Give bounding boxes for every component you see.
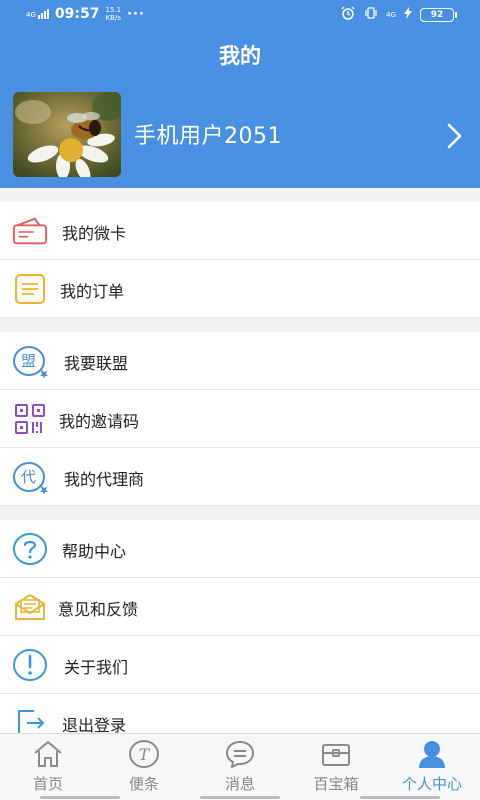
menu-item-my-orders[interactable]: 我的订单 <box>0 260 480 318</box>
net-speed: 15.1 KB/s <box>105 6 121 22</box>
tab-label: 百宝箱 <box>313 775 359 793</box>
network-type-right: 4G <box>386 10 396 19</box>
menu-item-my-card[interactable]: 我的微卡 <box>0 202 480 260</box>
home-icon <box>0 739 96 771</box>
status-bar: 4G 09:57 15.1 KB/s ··· 4G 92 <box>0 0 480 30</box>
menu-list: 我的微卡 我的订单 盟 我要联盟 我的邀请码 代 我的代理商 帮助中心 意见和反… <box>0 188 480 752</box>
menu-item-label: 我的微卡 <box>62 224 127 243</box>
svg-text:T: T <box>139 745 151 764</box>
tab-label: 个人中心 <box>401 775 462 793</box>
bottom-tab-bar: 首页 T 便条 消息 百宝箱 个人中心 <box>0 733 480 800</box>
menu-item-label: 我的订单 <box>60 282 125 301</box>
menu-item-feedback[interactable]: 意见和反馈 <box>0 578 480 636</box>
toolbox-icon <box>288 739 384 771</box>
avatar[interactable] <box>13 92 121 177</box>
tab-messages[interactable]: 消息 <box>192 734 288 800</box>
screen: 4G 09:57 15.1 KB/s ··· 4G 92 我的 手机用户2051… <box>0 0 480 800</box>
tab-home[interactable]: 首页 <box>0 734 96 800</box>
charging-icon <box>404 7 412 22</box>
qrcode-icon <box>12 402 48 436</box>
page-title: 我的 <box>219 44 261 68</box>
menu-item-help-center[interactable]: 帮助中心 <box>0 520 480 578</box>
help-icon <box>12 532 48 566</box>
alliance-icon: 盟 <box>12 344 48 378</box>
agent-icon: 代 <box>12 460 48 494</box>
network-type: 4G <box>26 11 36 19</box>
agent-icon-text: 代 <box>21 468 37 486</box>
gesture-bar <box>0 796 480 800</box>
user-icon <box>384 739 480 771</box>
order-icon <box>12 272 48 306</box>
tab-notes[interactable]: T 便条 <box>96 734 192 800</box>
tab-toolbox[interactable]: 百宝箱 <box>288 734 384 800</box>
battery-indicator: 92 <box>420 7 457 22</box>
menu-item-invite-code[interactable]: 我的邀请码 <box>0 390 480 448</box>
alarm-icon <box>340 6 356 23</box>
menu-item-about-us[interactable]: 关于我们 <box>0 636 480 694</box>
note-icon: T <box>96 739 192 771</box>
menu-item-label: 关于我们 <box>64 658 129 677</box>
profile-row[interactable]: 手机用户2051 <box>0 92 480 178</box>
message-icon <box>192 739 288 771</box>
header: 4G 09:57 15.1 KB/s ··· 4G 92 我的 手机用户2051 <box>0 0 480 188</box>
alliance-icon-text: 盟 <box>21 352 37 370</box>
chevron-right-icon[interactable] <box>446 122 464 154</box>
menu-item-label: 我的代理商 <box>64 470 145 489</box>
feedback-icon <box>12 590 48 624</box>
vibrate-icon <box>364 6 378 23</box>
menu-item-my-agent[interactable]: 代 我的代理商 <box>0 448 480 506</box>
net-speed-value: 15.1 <box>105 6 122 14</box>
tab-label: 首页 <box>32 775 63 793</box>
menu-item-alliance[interactable]: 盟 我要联盟 <box>0 332 480 390</box>
tab-personal-center[interactable]: 个人中心 <box>384 734 480 800</box>
net-speed-unit: KB/s <box>105 14 121 22</box>
menu-item-label: 帮助中心 <box>62 542 127 561</box>
username: 手机用户2051 <box>134 124 282 149</box>
menu-item-label: 我要联盟 <box>64 354 129 373</box>
card-icon <box>12 214 48 248</box>
tab-label: 便条 <box>128 775 159 793</box>
menu-item-label: 意见和反馈 <box>58 600 139 619</box>
tab-label: 消息 <box>224 775 255 793</box>
clock: 09:57 <box>54 6 100 22</box>
menu-item-label: 我的邀请码 <box>59 412 140 431</box>
signal-icon: 4G <box>26 9 49 19</box>
more-notifications: ··· <box>127 6 145 22</box>
info-icon <box>12 648 48 682</box>
